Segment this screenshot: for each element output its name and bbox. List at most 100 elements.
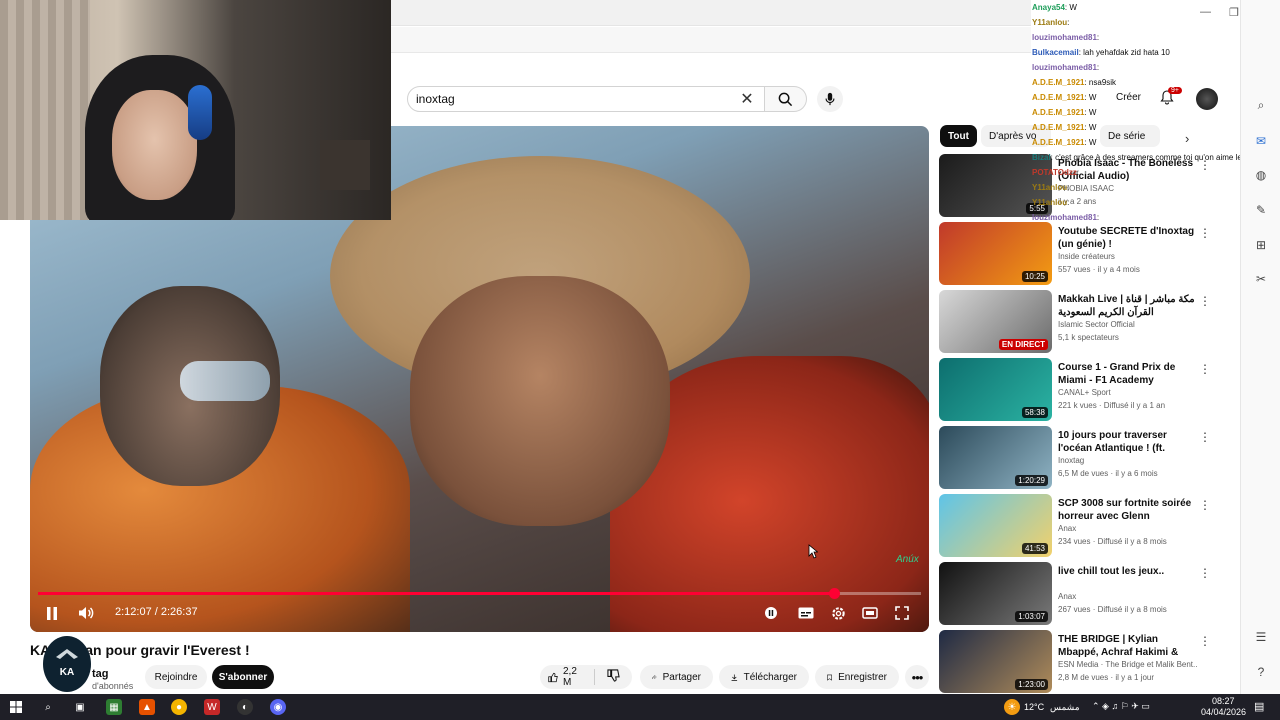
maximize-icon[interactable]: ❐ <box>1229 6 1239 19</box>
recommendation-title[interactable]: Course 1 - Grand Prix de Miami - F1 Acad… <box>1058 361 1198 387</box>
recommendation-channel[interactable]: Anax <box>1058 524 1198 533</box>
settings-button[interactable] <box>828 602 848 624</box>
thumbnail[interactable]: 1:23:00 <box>939 630 1052 693</box>
save-button[interactable]: Enregistrer <box>815 665 899 689</box>
recommendation-title[interactable]: Makkah Live | مكة مباشر | قناة القرآن ال… <box>1058 293 1198 319</box>
chat-username[interactable]: A.D.E.M_1921 <box>1032 123 1084 132</box>
fullscreen-button[interactable] <box>892 602 912 624</box>
browser-address-bar[interactable] <box>391 27 1031 53</box>
dislike-button[interactable] <box>607 669 620 685</box>
voice-search-button[interactable] <box>817 86 843 112</box>
search-icon <box>778 92 793 106</box>
chat-username[interactable]: A.D.E.M_1921 <box>1032 138 1084 147</box>
chat-username[interactable]: Bulkacemail <box>1032 48 1079 57</box>
chat-username[interactable]: Y11anlou <box>1032 198 1067 207</box>
avatar[interactable] <box>1196 88 1218 110</box>
thumbnail[interactable]: 1:03:07 <box>939 562 1052 625</box>
more-vertical-icon[interactable]: ⋮ <box>1199 362 1211 376</box>
task-view-icon[interactable]: ▣ <box>72 699 88 715</box>
chrome-icon[interactable]: ● <box>171 699 187 715</box>
recommendation-title[interactable]: live chill tout les jeux.. <box>1058 565 1198 578</box>
chat-username[interactable]: louzimohamed81 <box>1032 33 1097 42</box>
chat-username[interactable]: A.D.E.M_1921 <box>1032 108 1084 117</box>
chat-icon[interactable]: ✉ <box>1253 134 1269 150</box>
chat-username[interactable]: louzimohamed81 <box>1032 63 1097 72</box>
office-icon[interactable]: W <box>204 699 220 715</box>
chat-username[interactable]: Y11anlou <box>1032 18 1067 27</box>
copilot-icon[interactable]: ◍ <box>1253 168 1269 184</box>
recommendation-channel[interactable]: Inoxtag <box>1058 456 1198 465</box>
notification-center-icon[interactable]: ▤ <box>1254 700 1264 713</box>
recommendation-item[interactable]: 1:20:29 10 jours pour traverser l'océan A… <box>939 426 1219 494</box>
more-actions-button[interactable]: ••• <box>905 665 929 689</box>
chat-username[interactable]: Anaya54 <box>1032 3 1065 12</box>
video-frame-goggles <box>180 361 270 401</box>
create-button[interactable]: Créer <box>1116 92 1141 103</box>
download-button[interactable]: Télécharger <box>719 665 809 689</box>
chat-username[interactable]: louzimohamed81 <box>1032 213 1097 222</box>
thumbnail[interactable]: 58:38 <box>939 358 1052 421</box>
thumbnail[interactable]: 1:20:29 <box>939 426 1052 489</box>
sliders-icon[interactable]: ☰ <box>1253 630 1269 646</box>
recommendation-channel[interactable]: CANAL+ Sport <box>1058 388 1198 397</box>
recommendation-channel[interactable]: Inside créateurs <box>1058 252 1198 261</box>
subtitles-button[interactable] <box>796 602 816 624</box>
share-button[interactable]: Partager <box>640 665 713 689</box>
search-button[interactable] <box>765 86 807 112</box>
chat-username[interactable]: Y11anlou <box>1032 183 1067 192</box>
more-vertical-icon[interactable]: ⋮ <box>1199 498 1211 512</box>
subscribe-button[interactable]: S'abonner <box>212 665 274 689</box>
search-icon[interactable]: ⌕ <box>1253 98 1269 114</box>
channel-avatar[interactable]: KA <box>43 636 91 692</box>
progress-bar[interactable] <box>38 588 921 599</box>
join-button[interactable]: Rejoindre <box>145 665 207 689</box>
thumbnail[interactable]: EN DIRECT <box>939 290 1052 353</box>
help-icon[interactable]: ? <box>1253 665 1269 681</box>
tools-icon[interactable]: ✂ <box>1253 272 1269 288</box>
tray-icons[interactable]: ⌃ ◈ ♫ ⚐ ✈ ▭ <box>1092 701 1150 712</box>
autoplay-toggle[interactable] <box>761 602 781 624</box>
recommendation-meta: 234 vues · Diffusé il y a 8 mois <box>1058 537 1167 546</box>
recommendation-item[interactable]: 1:23:00 THE BRIDGE | Kylian Mbappé, Achra… <box>939 630 1219 698</box>
search-box[interactable]: ✕ <box>407 86 765 112</box>
brave-icon[interactable]: ▲ <box>139 699 155 715</box>
chat-username[interactable]: POTATOdzz <box>1032 168 1077 177</box>
recommendation-item[interactable]: 41:53 SCP 3008 sur fortnite soirée horreu… <box>939 494 1219 562</box>
recommendation-item[interactable]: 58:38 Course 1 - Grand Prix de Miami - F1… <box>939 358 1219 426</box>
channel-name[interactable]: tag <box>92 668 109 680</box>
app-icon[interactable]: ◐ <box>237 699 253 715</box>
clock-date: 04/04/2026 <box>1201 707 1247 717</box>
recommendation-item[interactable]: 1:03:07 live chill tout les jeux.. Anax 267… <box>939 562 1219 630</box>
volume-button[interactable] <box>76 602 96 624</box>
search-input[interactable] <box>416 92 738 106</box>
more-vertical-icon[interactable]: ⋮ <box>1199 634 1211 648</box>
recommendation-channel[interactable]: ESN Media · The Bridge et Malik Bent... <box>1058 660 1198 669</box>
recommendation-channel[interactable]: Islamic Sector Official <box>1058 320 1198 329</box>
recommendation-item[interactable]: EN DIRECT Makkah Live | مكة مباشر | قناة … <box>939 290 1219 358</box>
more-vertical-icon[interactable]: ⋮ <box>1199 566 1211 580</box>
store-icon[interactable]: ▦ <box>106 699 122 715</box>
chat-text: : <box>1067 18 1070 27</box>
close-icon[interactable]: ✕ <box>738 89 756 109</box>
discord-icon[interactable]: ◉ <box>270 699 286 715</box>
pause-button[interactable] <box>42 602 62 624</box>
recommendation-title[interactable]: SCP 3008 sur fortnite soirée horreur ave… <box>1058 497 1198 523</box>
chip-all[interactable]: Tout <box>940 125 977 147</box>
recommendation-title[interactable]: 10 jours pour traverser l'océan Atlantiq… <box>1058 429 1198 455</box>
chat-username[interactable]: A.D.E.M_1921 <box>1032 78 1084 87</box>
notifications-button[interactable]: 9+ <box>1160 87 1182 110</box>
chat-username[interactable]: A.D.E.M_1921 <box>1032 93 1084 102</box>
theater-mode-button[interactable] <box>860 602 880 624</box>
more-vertical-icon[interactable]: ⋮ <box>1199 294 1211 308</box>
recommendation-channel[interactable]: Anax <box>1058 592 1198 601</box>
thumbnail[interactable]: 41:53 <box>939 494 1052 557</box>
recommendation-title[interactable]: THE BRIDGE | Kylian Mbappé, Achraf Hakim… <box>1058 633 1198 659</box>
edit-icon[interactable]: ✎ <box>1253 203 1269 219</box>
gamepad-icon[interactable]: ⊞ <box>1253 238 1269 254</box>
chat-username[interactable]: Bizal <box>1032 153 1051 162</box>
like-button[interactable]: 2,2 M <box>548 666 582 688</box>
more-vertical-icon[interactable]: ⋮ <box>1199 430 1211 444</box>
windows-start-icon[interactable] <box>8 699 24 715</box>
minimize-icon[interactable]: — <box>1200 6 1211 18</box>
taskbar-search-icon[interactable]: ⌕ <box>40 699 56 715</box>
